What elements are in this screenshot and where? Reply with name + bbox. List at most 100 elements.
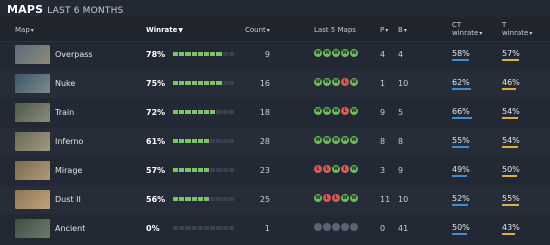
win-badge: W	[314, 78, 322, 86]
t-winrate-value: 50%	[502, 165, 520, 174]
col-header-t[interactable]: T winrate▾	[502, 21, 532, 38]
t-winrate: 50%	[502, 165, 532, 177]
map-name: Dust II	[55, 195, 81, 204]
win-badge: W	[341, 49, 349, 57]
win-badge: W	[323, 49, 331, 57]
ct-winrate: 52%	[452, 194, 482, 206]
win-badge: W	[332, 165, 340, 173]
winrate-bar	[173, 226, 235, 230]
map-thumbnail	[15, 190, 50, 209]
col-header-count[interactable]: Count▾	[245, 26, 270, 35]
table-row[interactable]: Inferno 61% 28 W W W W W 8 8 55% 54%	[0, 128, 550, 156]
win-badge: W	[332, 49, 340, 57]
ct-winrate-bar	[452, 233, 467, 235]
picks-value: 0	[380, 224, 386, 233]
panel-title-sub: LAST 6 MONTHS	[47, 6, 124, 16]
empty-badge	[314, 223, 322, 231]
win-badge: W	[350, 107, 358, 115]
bans-value: 5	[398, 108, 404, 117]
win-badge: W	[323, 78, 331, 86]
table-row[interactable]: Nuke 75% 16 W W W L W 1 10 62% 46%	[0, 70, 550, 98]
win-badge: W	[314, 49, 322, 57]
ct-winrate-value: 49%	[452, 165, 470, 174]
empty-badge	[332, 223, 340, 231]
empty-badge	[341, 223, 349, 231]
sort-desc-icon: ▼	[178, 27, 183, 34]
winrate-bar	[173, 81, 235, 85]
win-badge: W	[350, 49, 358, 57]
col-header-winrate[interactable]: Winrate▼	[146, 26, 183, 35]
count-value: 28	[259, 137, 270, 146]
map-thumbnail	[15, 45, 50, 64]
t-winrate-bar	[502, 175, 517, 177]
table-row[interactable]: Train 72% 18 W W W L W 9 5 66% 54%	[0, 99, 550, 127]
win-badge: W	[323, 107, 331, 115]
col-header-ct-label: CT winrate	[452, 21, 479, 37]
t-winrate: 57%	[502, 49, 532, 61]
ct-winrate-value: 58%	[452, 49, 470, 58]
ct-winrate-bar	[452, 204, 468, 206]
picks-value: 1	[380, 79, 386, 88]
col-header-ct[interactable]: CT winrate▾	[452, 21, 482, 38]
chevron-down-icon: ▾	[385, 27, 389, 34]
win-badge: W	[350, 78, 358, 86]
bans-value: 9	[398, 166, 404, 175]
ct-winrate: 55%	[452, 136, 482, 148]
last5-results: WWWLW	[314, 107, 358, 115]
picks-value: 8	[380, 137, 386, 146]
bans-value: 4	[398, 50, 404, 59]
col-header-p[interactable]: P▾	[380, 26, 388, 35]
empty-badge	[323, 223, 331, 231]
win-badge: W	[341, 136, 349, 144]
ct-winrate: 49%	[452, 165, 482, 177]
t-winrate-bar	[502, 117, 519, 119]
ct-winrate: 50%	[452, 223, 482, 235]
chevron-down-icon: ▾	[30, 27, 34, 34]
col-header-b[interactable]: B▾	[398, 26, 407, 35]
count-value: 18	[259, 108, 270, 117]
count-value: 16	[259, 79, 270, 88]
ct-winrate-bar	[452, 146, 469, 148]
table-row[interactable]: Mirage 57% 23 L L W L W 3 9 49% 50%	[0, 157, 550, 185]
picks-value: 3	[380, 166, 386, 175]
win-badge: W	[314, 107, 322, 115]
winrate-value: 56%	[146, 195, 166, 204]
t-winrate-bar	[502, 88, 516, 90]
table-row[interactable]: Ancient 0% 1 0 41 50% 43%	[0, 215, 550, 243]
table-row[interactable]: Dust II 56% 25 W L L W W 11 10 52% 55%	[0, 186, 550, 214]
loss-badge: L	[341, 78, 349, 86]
map-thumbnail	[15, 103, 50, 122]
col-header-map[interactable]: Map▾	[15, 26, 34, 35]
last5-results: WWWWW	[314, 49, 358, 57]
t-winrate: 46%	[502, 78, 532, 90]
picks-value: 4	[380, 50, 386, 59]
map-thumbnail	[15, 74, 50, 93]
ct-winrate: 62%	[452, 78, 482, 90]
count-value: 9	[264, 50, 270, 59]
chevron-down-icon: ▾	[529, 30, 533, 37]
loss-badge: L	[332, 194, 340, 202]
t-winrate: 54%	[502, 107, 532, 119]
last5-results: LLWLW	[314, 165, 358, 173]
winrate-bar	[173, 139, 235, 143]
loss-badge: L	[341, 107, 349, 115]
win-badge: W	[332, 78, 340, 86]
win-badge: W	[332, 107, 340, 115]
map-name: Train	[55, 108, 75, 117]
winrate-value: 0%	[146, 224, 160, 233]
count-value: 1	[264, 224, 270, 233]
ct-winrate-value: 66%	[452, 107, 470, 116]
loss-badge: L	[323, 165, 331, 173]
empty-badge	[350, 223, 358, 231]
t-winrate-value: 43%	[502, 223, 520, 232]
map-thumbnail	[15, 132, 50, 151]
count-value: 23	[259, 166, 270, 175]
chevron-down-icon: ▾	[479, 30, 483, 37]
table-row[interactable]: Overpass 78% 9 W W W W W 4 4 58% 57%	[0, 41, 550, 69]
win-badge: W	[314, 194, 322, 202]
winrate-bar	[173, 197, 235, 201]
ct-winrate-bar	[452, 175, 467, 177]
count-value: 25	[259, 195, 270, 204]
loss-badge: L	[314, 165, 322, 173]
picks-value: 9	[380, 108, 386, 117]
